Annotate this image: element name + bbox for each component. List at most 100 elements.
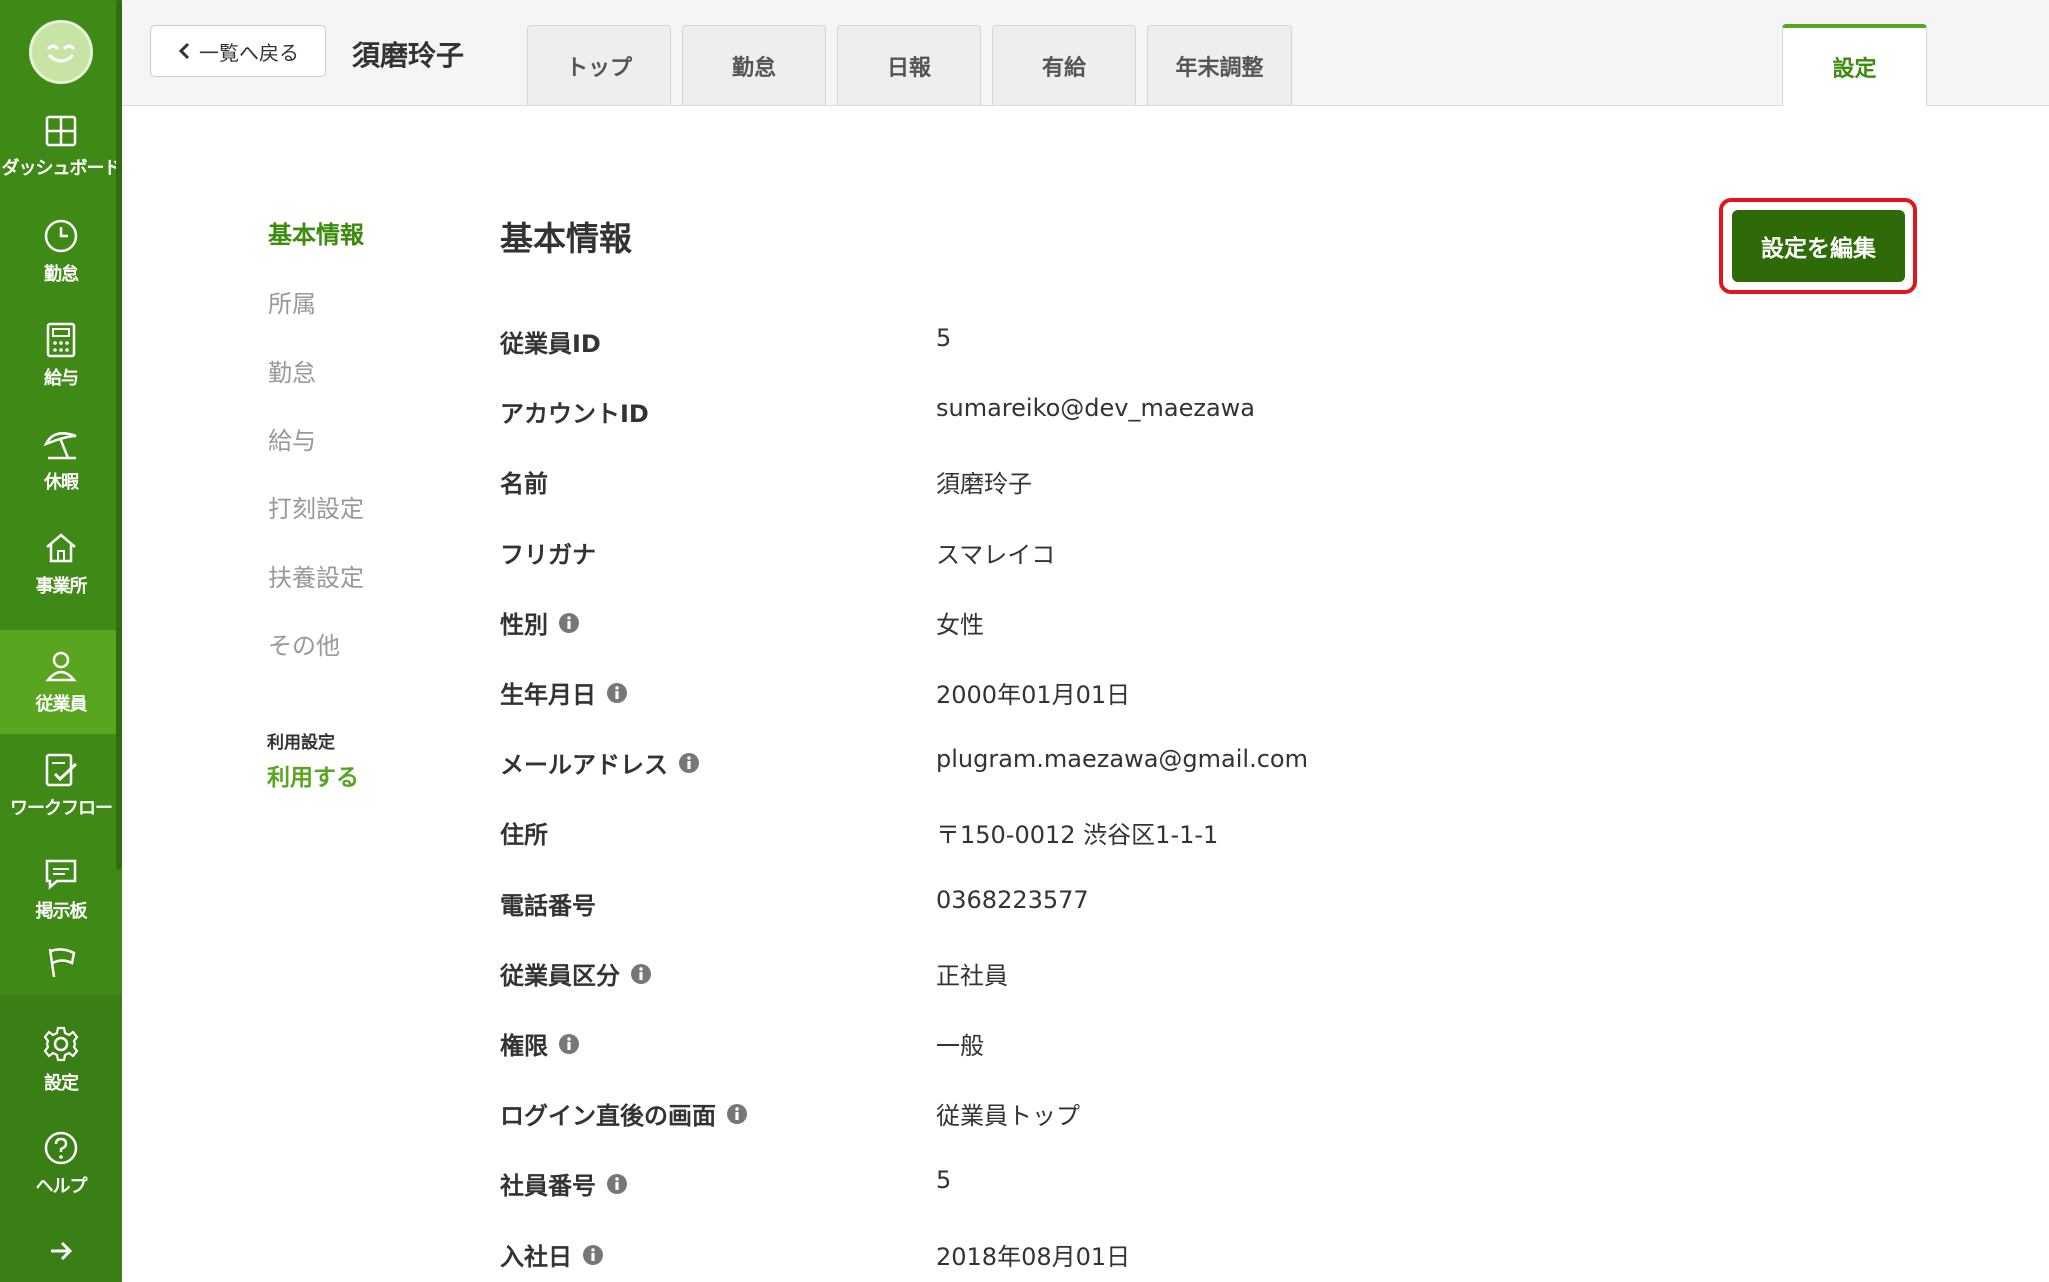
field-value: 0368223577 (936, 886, 1089, 914)
sidebar-item-label: ワークフロー (10, 798, 113, 819)
tab-paid-leave[interactable]: 有給 (992, 25, 1136, 105)
info-icon[interactable] (558, 1033, 580, 1055)
sidebar-item-employees[interactable]: 従業員 (0, 630, 122, 734)
field-label: 社員番号 (500, 1166, 628, 1201)
field-label-text: 従業員区分 (500, 962, 620, 990)
header: 一覧へ戻る 須磨玲子 トップ 勤怠 日報 有給 年末調整 設定 (122, 0, 2049, 106)
field-label-text: 従業員ID (500, 330, 601, 358)
sidebar-item-payroll[interactable]: 給与 (0, 304, 122, 408)
field-value: sumareiko@dev_maezawa (936, 394, 1255, 422)
field-label: メールアドレス (500, 745, 700, 780)
info-icon[interactable] (558, 612, 580, 634)
sidebar-item-workflow[interactable]: ワークフロー (0, 734, 122, 838)
sidebar-item-label: ダッシュボード (1, 158, 122, 179)
field-label: フリガナ (500, 535, 596, 570)
field-value: plugram.maezawa@gmail.com (936, 745, 1308, 773)
logo[interactable] (29, 20, 93, 84)
field-label: 権限 (500, 1026, 580, 1061)
field-value: 正社員 (936, 962, 1008, 990)
field-label: 従業員区分 (500, 956, 652, 991)
tab-top[interactable]: トップ (527, 25, 671, 105)
sidebar-item-label: 掲示板 (35, 901, 88, 922)
sidebar-item-settings[interactable]: 設定 (0, 1008, 122, 1112)
field-value: 5 (936, 324, 952, 352)
subnav-dependents-settings[interactable]: 扶養設定 (268, 558, 364, 593)
field-label-text: 住所 (500, 821, 548, 849)
subnav-other[interactable]: その他 (268, 626, 340, 661)
field-label: 生年月日 (500, 675, 628, 710)
info-icon[interactable] (678, 752, 700, 774)
info-row: 性別 女性 (500, 605, 1700, 645)
info-row: 住所 〒150-0012 渋谷区1-1-1 (500, 815, 1700, 855)
sidebar-item-label: 休暇 (44, 472, 79, 493)
sidebar-scrollbar[interactable] (116, 0, 122, 870)
sidebar-item-office[interactable]: 事業所 (0, 512, 122, 616)
sidebar-item-label: 事業所 (35, 576, 88, 597)
field-value: 女性 (936, 611, 984, 639)
gear-icon (43, 1026, 79, 1062)
sidebar-item-attendance[interactable]: 勤怠 (0, 200, 122, 304)
field-label: 入社日 (500, 1237, 604, 1272)
info-row: 従業員区分 正社員 (500, 956, 1700, 996)
chat-icon (45, 859, 77, 890)
tab-attendance[interactable]: 勤怠 (682, 25, 826, 105)
tab-year-end-adjustment[interactable]: 年末調整 (1147, 25, 1292, 105)
field-label: 従業員ID (500, 324, 601, 359)
tab-settings[interactable]: 設定 (1782, 24, 1927, 106)
field-label: 住所 (500, 815, 548, 850)
field-label-text: 電話番号 (500, 892, 596, 920)
usage-setting-value[interactable]: 利用する (267, 758, 359, 792)
info-row: 社員番号 5 (500, 1166, 1700, 1206)
field-label-text: 名前 (500, 470, 548, 498)
info-row: 権限 一般 (500, 1026, 1700, 1066)
field-value: 2000年01月01日 (936, 681, 1131, 709)
arrow-right-icon[interactable] (46, 1236, 76, 1266)
field-value: 一般 (936, 1032, 984, 1060)
field-label: ログイン直後の画面 (500, 1096, 748, 1131)
user-icon (45, 651, 77, 682)
field-label-text: フリガナ (500, 541, 596, 569)
sidebar-item-leave[interactable]: 休暇 (0, 408, 122, 512)
sidebar-item-board[interactable]: 掲示板 (0, 838, 122, 942)
subnav-affiliation[interactable]: 所属 (268, 284, 316, 319)
info-row: 電話番号 0368223577 (500, 886, 1700, 926)
chevron-left-icon (178, 42, 190, 60)
subnav-attendance[interactable]: 勤怠 (268, 353, 316, 388)
field-label-text: メールアドレス (500, 751, 668, 779)
sidebar-item-label: 給与 (44, 368, 79, 389)
checklist-icon (45, 753, 78, 787)
info-icon[interactable] (726, 1103, 748, 1125)
field-label-text: 権限 (500, 1032, 548, 1060)
info-icon[interactable] (606, 682, 628, 704)
usage-setting-label: 利用設定 (267, 733, 335, 753)
field-value: 従業員トップ (936, 1102, 1080, 1130)
field-label: 名前 (500, 464, 548, 499)
sidebar-item-flag[interactable] (0, 935, 122, 995)
info-row: ログイン直後の画面 従業員トップ (500, 1096, 1700, 1136)
field-label-text: 入社日 (500, 1243, 572, 1271)
sidebar-item-label: 勤怠 (44, 264, 79, 285)
info-icon[interactable] (630, 963, 652, 985)
tab-daily-report[interactable]: 日報 (837, 25, 981, 105)
sidebar-item-label: ヘルプ (35, 1176, 88, 1197)
info-icon[interactable] (606, 1173, 628, 1195)
sidebar-item-help[interactable]: ヘルプ (0, 1112, 122, 1216)
field-label-text: アカウントID (500, 400, 649, 428)
subnav-basic-info[interactable]: 基本情報 (268, 215, 364, 250)
field-value: 須磨玲子 (936, 470, 1032, 498)
field-value: 5 (936, 1166, 952, 1194)
field-label-text: 社員番号 (500, 1172, 596, 1200)
info-row: 名前 須磨玲子 (500, 464, 1700, 504)
section-title: 基本情報 (500, 219, 632, 258)
back-to-list-button[interactable]: 一覧へ戻る (150, 25, 326, 77)
subnav-payroll[interactable]: 給与 (268, 421, 316, 456)
subnav-clock-settings[interactable]: 打刻設定 (268, 489, 364, 524)
employee-name: 須磨玲子 (352, 39, 465, 72)
home-icon (46, 533, 76, 563)
info-icon[interactable] (582, 1244, 604, 1266)
field-label-text: 性別 (500, 611, 548, 639)
edit-settings-button[interactable]: 設定を編集 (1732, 210, 1905, 282)
clock-icon (44, 219, 78, 253)
sidebar-item-label: 設定 (44, 1073, 79, 1094)
sidebar-item-dashboard[interactable]: ダッシュボード (0, 95, 122, 199)
